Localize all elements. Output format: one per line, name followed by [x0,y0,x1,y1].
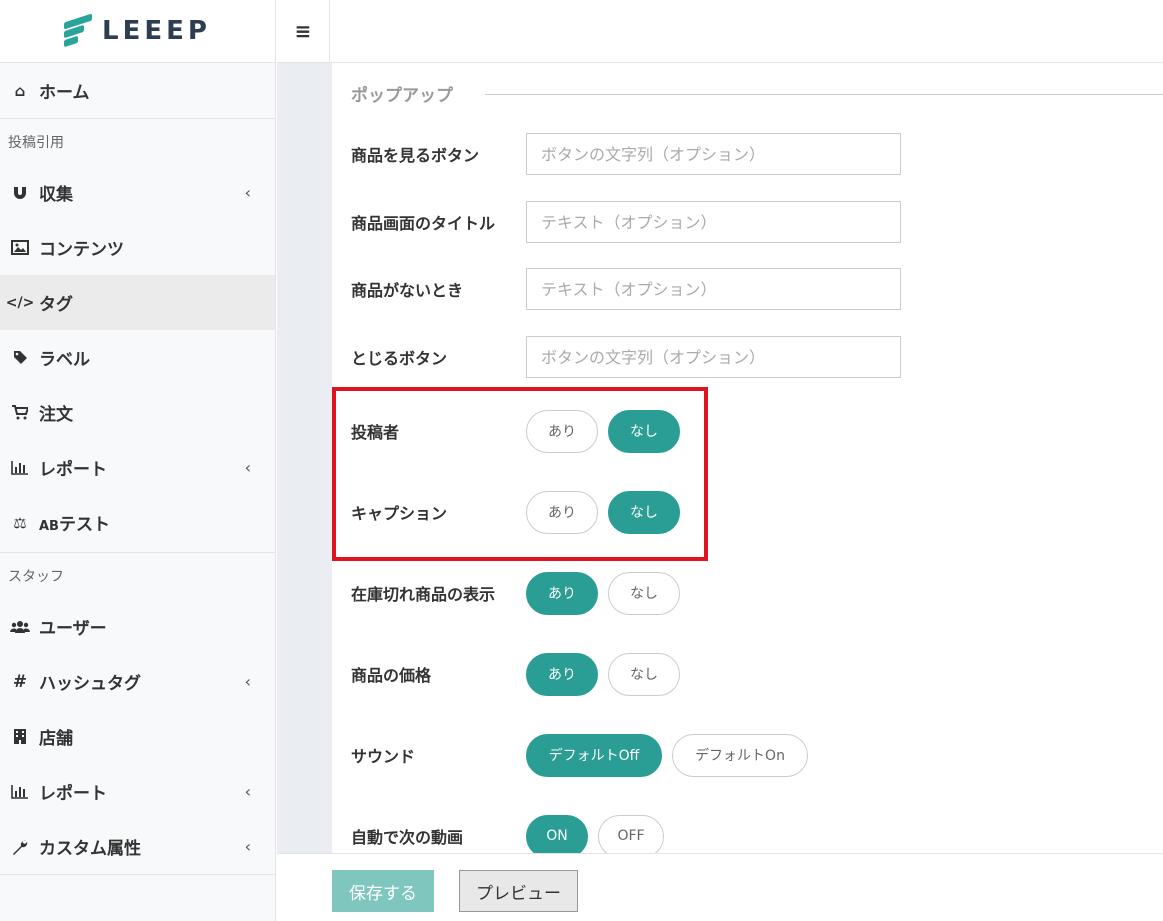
sidebar-divider [0,874,275,875]
main-content: ポップアップ 商品を見るボタン 商品画面のタイトル 商品がないとき とじるボタン… [332,63,1163,853]
field-view-product-button: 商品を見るボタン [351,133,1151,175]
chevron-left-icon: ‹ [244,837,251,856]
form-footer: 保存する プレビュー [277,853,1163,921]
sidebar-item-label: ハッシュタグ [39,674,141,694]
building-icon [10,728,30,745]
chevron-left-icon: ‹ [244,458,251,477]
option-yes-button[interactable]: あり [526,409,598,453]
logo[interactable]: LEEEP [0,0,275,63]
option-no-button[interactable]: なし [608,652,680,696]
sidebar-item-label: ABテスト [39,510,110,535]
field-label: とじるボタン [351,349,448,368]
sidebar-item-label: ユーザー [39,619,107,639]
bar-chart-icon [10,784,30,799]
hamburger-menu-icon[interactable]: ≡ [277,0,330,62]
option-no-button[interactable]: なし [608,409,680,453]
field-product-title: 商品画面のタイトル [351,201,1151,243]
sidebar-section-post: 投稿引用 [0,118,275,165]
home-icon: ⌂ [14,81,26,100]
toggle-label: サウンド [351,747,416,766]
sidebar-item-collect[interactable]: 収集 ‹ [0,165,275,220]
toggle-label: キャプション [351,504,448,523]
sidebar-item-label: レポート [39,784,107,804]
toggle-label: 商品の価格 [351,666,432,685]
toggle-autoplay-next: 自動で次の動画 ON OFF [351,814,1151,853]
no-product-input[interactable] [526,268,901,310]
sidebar-item-label: 店舗 [39,729,73,749]
sound-default-off-button[interactable]: デフォルトOff [526,733,662,777]
sidebar: LEEEP ⌂ ホーム 投稿引用 収集 ‹ コンテンツ </> タグ ラベル 注… [0,0,276,921]
toggle-poster: 投稿者 あり なし [351,409,1151,453]
content-gutter [277,63,332,853]
legend-divider [485,94,1163,95]
toggle-price: 商品の価格 あり なし [351,652,1151,696]
sound-default-on-button[interactable]: デフォルトOn [672,733,808,777]
sidebar-item-custom-attr[interactable]: カスタム属性 ‹ [0,819,275,874]
ab-prefix: AB [39,519,59,534]
sidebar-item-label-menu[interactable]: ラベル [0,330,275,385]
toggle-caption: キャプション あり なし [351,490,1151,534]
option-yes-button[interactable]: あり [526,571,598,615]
sidebar-item-tag[interactable]: </> タグ [0,275,275,330]
autoplay-off-button[interactable]: OFF [598,814,664,853]
sidebar-item-label: 注文 [39,405,73,425]
sidebar-item-label: 収集 [39,185,73,205]
autoplay-on-button[interactable]: ON [526,814,588,853]
view-product-button-input[interactable] [526,133,901,175]
product-title-input[interactable] [526,201,901,243]
brand-name: LEEEP [102,16,211,46]
top-bar: ≡ [277,0,1163,63]
sidebar-section-staff: スタッフ [0,552,275,599]
field-label: 商品を見るボタン [351,146,480,165]
field-label: 商品がないとき [351,281,464,300]
scale-icon: ⚖ [13,513,27,532]
toggle-out-of-stock: 在庫切れ商品の表示 あり なし [351,571,1151,615]
field-no-product: 商品がないとき [351,268,1151,310]
option-no-button[interactable]: なし [608,571,680,615]
sidebar-item-label: ホーム [39,83,90,103]
sidebar-item-store[interactable]: 店舗 [0,709,275,764]
ab-rest: テスト [58,515,110,535]
hash-icon: # [12,671,28,692]
cart-icon [10,405,30,420]
chevron-left-icon: ‹ [244,782,251,801]
sidebar-item-label: タグ [39,295,73,315]
toggle-sound: サウンド デフォルトOff デフォルトOn [351,733,1151,777]
toggle-label: 在庫切れ商品の表示 [351,585,496,604]
sidebar-item-staff-report[interactable]: レポート ‹ [0,764,275,819]
field-close-button: とじるボタン [351,336,1151,378]
code-icon: </> [5,294,35,311]
magnet-icon [10,185,30,201]
chevron-left-icon: ‹ [244,672,251,691]
bar-chart-icon [10,460,30,475]
sidebar-item-users[interactable]: ユーザー [0,599,275,654]
preview-button[interactable]: プレビュー [459,870,578,912]
save-button[interactable]: 保存する [332,870,434,912]
option-no-button[interactable]: なし [608,490,680,534]
sidebar-item-label: ラベル [39,350,90,370]
toggle-label: 自動で次の動画 [351,828,464,847]
sidebar-item-hashtag[interactable]: # ハッシュタグ ‹ [0,654,275,709]
toggle-label: 投稿者 [351,423,400,442]
sidebar-item-abtest[interactable]: ⚖ ABテスト [0,495,275,550]
sidebar-item-home[interactable]: ⌂ ホーム [0,63,275,118]
sidebar-item-label: コンテンツ [39,240,124,260]
option-yes-button[interactable]: あり [526,490,598,534]
field-label: 商品画面のタイトル [351,214,496,233]
sidebar-item-label: カスタム属性 [39,839,141,859]
users-icon [10,619,30,634]
sidebar-item-label: レポート [39,460,107,480]
wrench-icon [10,839,30,855]
section-legend: ポップアップ [351,86,453,106]
image-icon [10,240,30,255]
sidebar-item-report[interactable]: レポート ‹ [0,440,275,495]
close-button-input[interactable] [526,336,901,378]
sidebar-item-contents[interactable]: コンテンツ [0,220,275,275]
leeep-logo-icon [64,13,94,48]
option-yes-button[interactable]: あり [526,652,598,696]
sidebar-item-order[interactable]: 注文 [0,385,275,440]
tag-icon [10,350,30,365]
chevron-left-icon: ‹ [244,183,251,202]
